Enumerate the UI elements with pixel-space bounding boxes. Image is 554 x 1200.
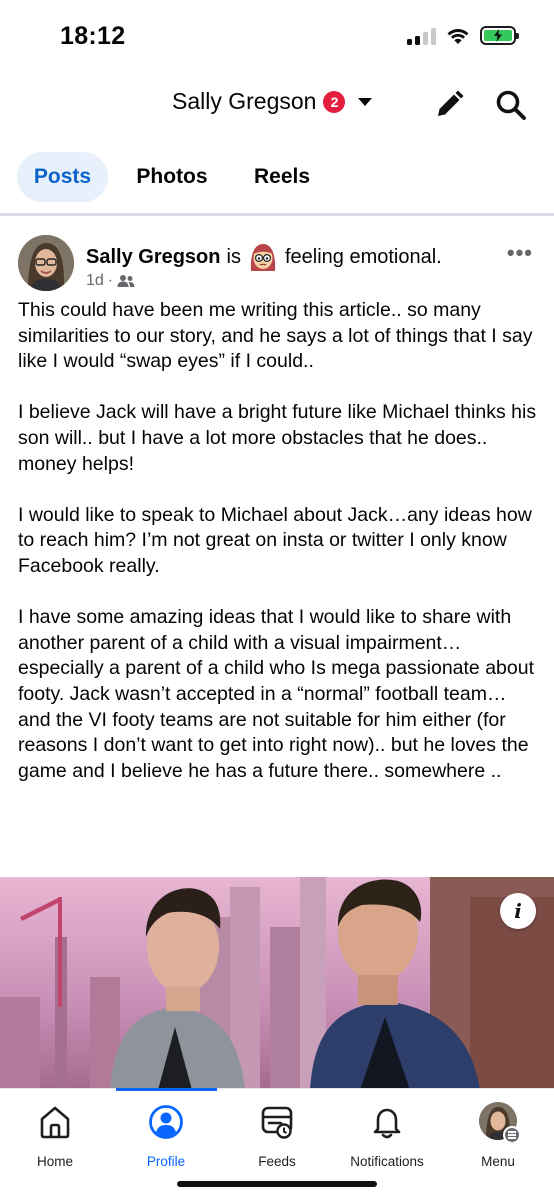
tab-reels[interactable]: Reels: [240, 152, 324, 202]
tab-photos[interactable]: Photos: [122, 152, 222, 202]
post-time[interactable]: 1d: [86, 272, 104, 290]
author-name[interactable]: Sally Gregson: [86, 246, 221, 269]
home-icon: [40, 1106, 70, 1139]
feeling-emoji-icon: [250, 244, 276, 271]
nav-home-label: Home: [36, 1154, 73, 1169]
feeling-text: feeling emotional.: [284, 245, 442, 268]
nav-menu-label: Menu: [481, 1154, 515, 1169]
post-paragraph: I believe Jack will have a bright future…: [18, 401, 537, 475]
friends-icon[interactable]: [117, 274, 135, 288]
profile-header: Sally Gregson 2: [0, 80, 554, 130]
notification-badge: 2: [323, 90, 346, 113]
post-paragraph: I have some amazing ideas that I would l…: [18, 606, 534, 782]
meta-separator: ·: [107, 272, 114, 289]
profile-switcher-button[interactable]: Sally Gregson 2: [172, 88, 373, 115]
link-preview-image[interactable]: i: [0, 877, 554, 1090]
active-tab-indicator: [116, 1088, 217, 1091]
wifi-icon: [447, 28, 469, 44]
profile-name: Sally Gregson: [172, 88, 317, 114]
menu-lines-icon: [503, 1126, 521, 1144]
profile-tabs: Posts Photos Reels: [0, 152, 554, 214]
feeds-icon: [261, 1106, 293, 1139]
caret-down-icon: [358, 97, 373, 106]
more-options-icon[interactable]: •••: [507, 240, 533, 266]
info-icon[interactable]: i: [500, 893, 536, 929]
cellular-signal-icon: [407, 27, 436, 45]
nav-profile-label: Profile: [146, 1154, 186, 1169]
bell-icon: [373, 1108, 401, 1139]
post-text: This could have been me writing this art…: [18, 298, 540, 810]
post-paragraph: This could have been me writing this art…: [18, 299, 533, 373]
home-indicator[interactable]: [177, 1181, 377, 1187]
status-time: 18:12: [60, 22, 126, 50]
nav-notifications-label: Notifications: [350, 1154, 424, 1169]
nav-feeds[interactable]: Feeds: [222, 1101, 332, 1173]
status-icons: [407, 26, 519, 45]
battery-icon: [480, 26, 519, 45]
post-paragraph: I would like to speak to Michael about J…: [18, 503, 532, 577]
nav-menu[interactable]: Menu: [443, 1101, 553, 1173]
search-icon[interactable]: [494, 88, 528, 122]
nav-home[interactable]: Home: [0, 1101, 110, 1173]
is-text: is: [226, 245, 241, 268]
status-bar: 18:12: [0, 0, 554, 70]
nav-notifications[interactable]: Notifications: [332, 1101, 442, 1173]
nav-profile[interactable]: Profile: [111, 1101, 221, 1173]
author-avatar[interactable]: [18, 235, 74, 291]
tab-posts[interactable]: Posts: [17, 152, 108, 202]
nav-feeds-label: Feeds: [258, 1154, 296, 1169]
post-meta: 1d ·: [86, 272, 135, 290]
author-line: Sally Gregson is feeling emotional.: [86, 241, 442, 273]
pencil-icon[interactable]: [432, 88, 466, 122]
post-header: Sally Gregson is feeling emotional. 1d ·…: [0, 232, 554, 294]
profile-icon: [149, 1105, 183, 1139]
section-divider: [0, 213, 554, 216]
menu-avatar-icon: [479, 1102, 521, 1144]
